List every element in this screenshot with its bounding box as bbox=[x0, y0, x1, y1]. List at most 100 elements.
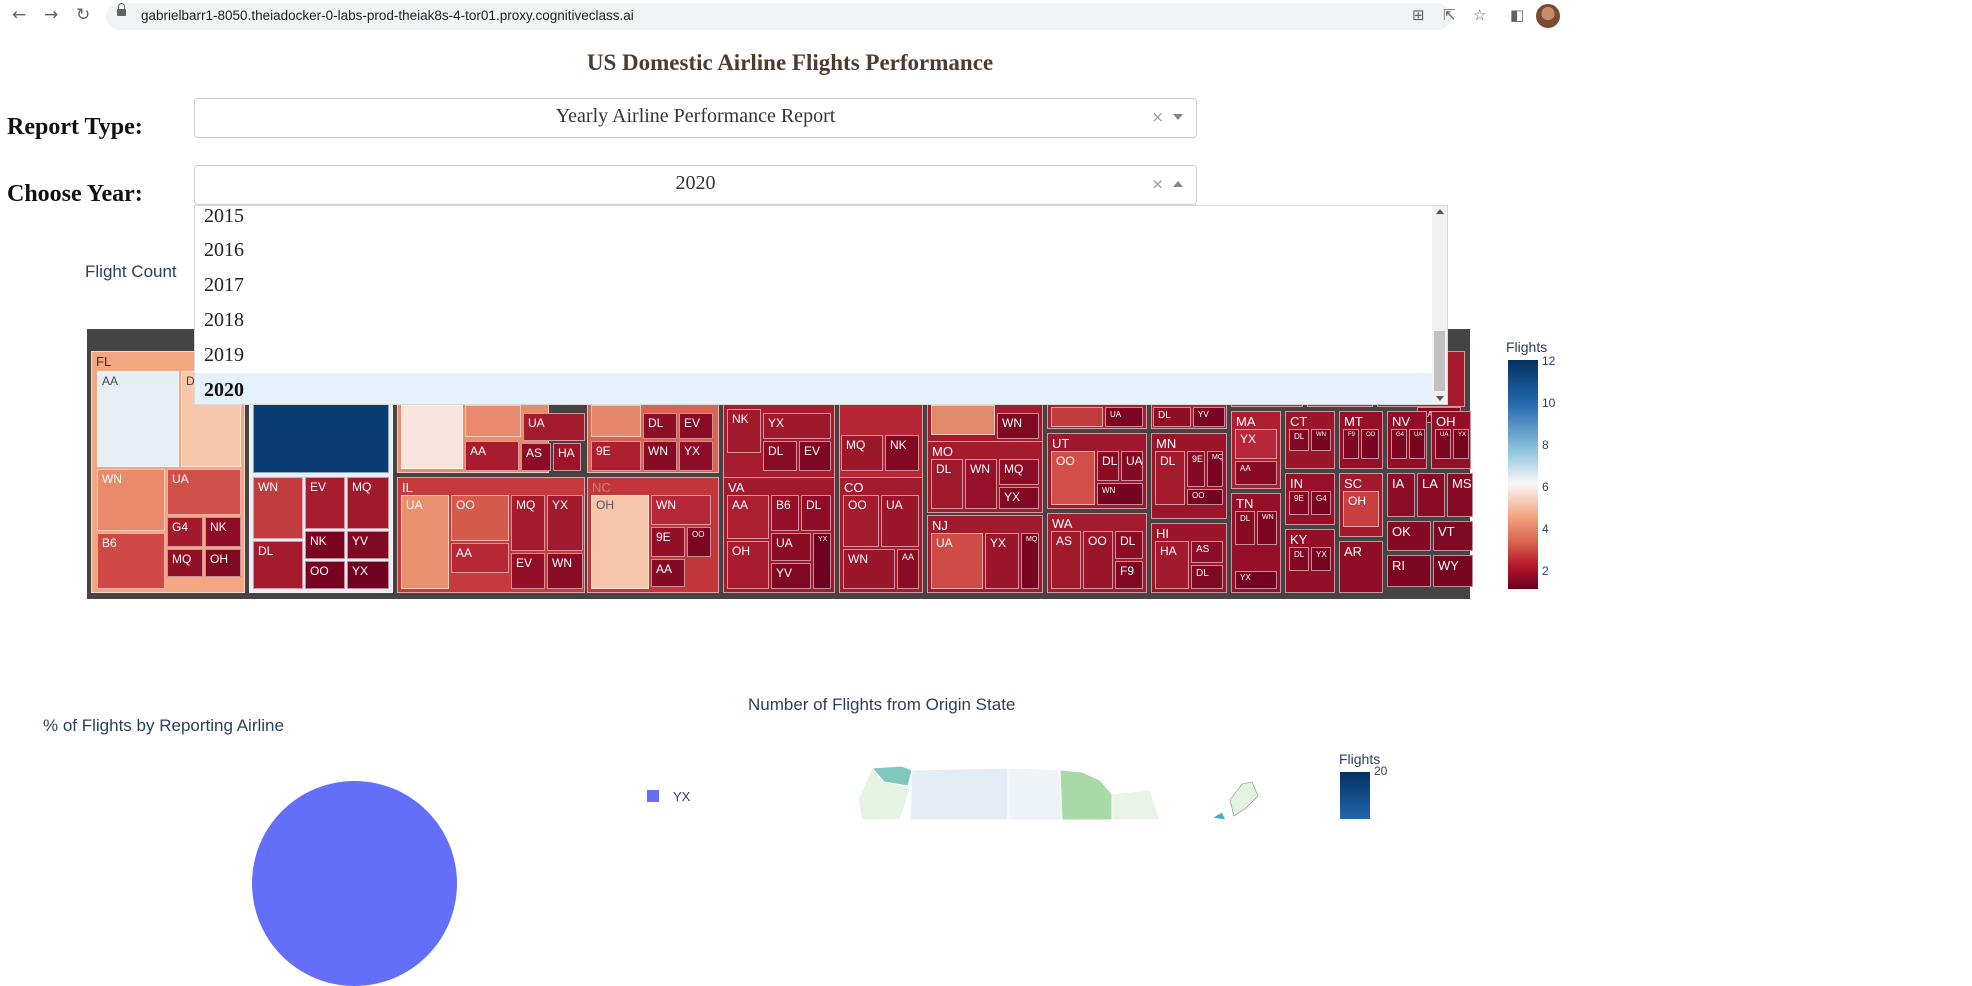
treemap-tile[interactable]: YX bbox=[999, 487, 1039, 509]
treemap-tile[interactable]: YX bbox=[1453, 429, 1469, 459]
legend-swatch[interactable] bbox=[647, 790, 659, 802]
treemap-tile[interactable]: AA bbox=[651, 559, 685, 587]
treemap-tile[interactable]: OO bbox=[687, 527, 711, 557]
treemap-tile[interactable]: UA bbox=[771, 533, 811, 561]
treemap-tile[interactable]: DL bbox=[1235, 511, 1255, 545]
treemap-tile[interactable]: WN bbox=[843, 549, 895, 589]
treemap-tile[interactable]: DL bbox=[1115, 531, 1143, 559]
treemap-tile[interactable] bbox=[591, 405, 641, 437]
treemap-tile[interactable]: G4 bbox=[1391, 429, 1407, 459]
treemap-tile[interactable]: OO bbox=[305, 561, 345, 589]
translate-icon[interactable]: ⊞ bbox=[1412, 6, 1425, 24]
treemap-tile[interactable]: UA bbox=[523, 413, 585, 441]
treemap-tile[interactable]: AS bbox=[1051, 531, 1081, 589]
us-choropleth-map[interactable] bbox=[850, 760, 1270, 820]
treemap-tile[interactable]: UA bbox=[401, 495, 449, 589]
treemap-tile[interactable]: DL bbox=[1289, 429, 1309, 451]
back-icon[interactable]: ← bbox=[12, 5, 26, 25]
treemap-tile[interactable]: EV bbox=[305, 477, 345, 529]
treemap-tile[interactable]: WN bbox=[1257, 511, 1277, 545]
treemap-tile-OK[interactable]: OK bbox=[1387, 521, 1431, 551]
year-option[interactable]: 2017 bbox=[195, 268, 1433, 302]
bookmark-star-icon[interactable]: ☆ bbox=[1473, 6, 1486, 24]
treemap-tile[interactable]: 9E bbox=[1187, 451, 1205, 487]
treemap-tile[interactable]: DL bbox=[1289, 547, 1309, 571]
treemap-tile[interactable]: AA bbox=[465, 441, 519, 471]
treemap-tile[interactable]: F9 bbox=[1115, 561, 1143, 589]
treemap-tile-LA[interactable]: LA bbox=[1417, 473, 1445, 517]
treemap-tile[interactable]: YX bbox=[1235, 571, 1277, 589]
treemap-tile[interactable]: DL bbox=[931, 459, 963, 509]
treemap-tile[interactable]: MQ bbox=[167, 549, 203, 577]
treemap-tile[interactable]: AA bbox=[1235, 461, 1277, 485]
url-text[interactable]: gabrielbarr1-8050.theiadocker-0-labs-pro… bbox=[141, 8, 634, 23]
year-option[interactable]: 2018 bbox=[195, 303, 1433, 337]
treemap-tile[interactable]: YX bbox=[547, 495, 583, 551]
year-option[interactable]: 2015 bbox=[195, 206, 1433, 233]
treemap-tile[interactable]: OH bbox=[591, 495, 649, 589]
treemap-tile[interactable]: WN bbox=[1311, 429, 1331, 451]
treemap-tile[interactable]: UA bbox=[881, 495, 919, 547]
treemap-tile[interactable]: YV bbox=[771, 563, 811, 589]
scroll-up-icon[interactable] bbox=[1436, 209, 1444, 214]
treemap-tile[interactable]: OO bbox=[1083, 531, 1113, 589]
treemap-tile[interactable]: OO bbox=[843, 495, 879, 547]
treemap-tile[interactable]: DL bbox=[801, 495, 831, 531]
treemap-tile[interactable]: AA bbox=[727, 495, 769, 539]
treemap-tile[interactable]: DL bbox=[1097, 451, 1119, 481]
treemap-tile[interactable]: DL bbox=[1191, 565, 1223, 589]
year-dropdown-menu[interactable]: 2015 2016 2017 2018 2019 2020 bbox=[194, 205, 1448, 405]
menu-scrollbar[interactable] bbox=[1432, 206, 1447, 404]
forward-icon[interactable]: → bbox=[44, 5, 58, 25]
treemap-tile[interactable]: DL bbox=[643, 413, 677, 439]
treemap-tile[interactable]: WN bbox=[253, 477, 303, 539]
reload-icon[interactable]: ↻ bbox=[76, 5, 90, 25]
treemap-tile[interactable]: WN bbox=[547, 553, 583, 589]
side-panel-icon[interactable]: ◧ bbox=[1510, 6, 1524, 24]
treemap-tile[interactable]: 9E bbox=[651, 527, 685, 557]
treemap-tile[interactable]: HA bbox=[553, 443, 581, 471]
treemap-tile[interactable]: G4 bbox=[1311, 491, 1331, 515]
treemap-tile[interactable]: DL bbox=[253, 541, 303, 589]
treemap-tile[interactable]: OO bbox=[451, 495, 509, 541]
treemap-tile[interactable]: AS bbox=[1191, 541, 1223, 563]
treemap-tile[interactable]: OH bbox=[205, 549, 241, 577]
treemap-tile[interactable]: NK bbox=[205, 517, 241, 547]
treemap-tile[interactable]: DL bbox=[1155, 451, 1185, 505]
treemap-tile[interactable]: MQ bbox=[347, 477, 389, 529]
treemap-tile[interactable]: OO bbox=[1187, 489, 1223, 505]
treemap-tile[interactable]: MQ bbox=[1207, 451, 1223, 487]
treemap-tile[interactable]: WN bbox=[643, 441, 677, 471]
treemap-tile[interactable]: WN bbox=[965, 459, 997, 509]
treemap-tile-WY[interactable]: WY bbox=[1433, 555, 1473, 587]
treemap-tile-AR[interactable]: AR bbox=[1339, 541, 1383, 593]
treemap-tile[interactable]: NK bbox=[727, 409, 761, 453]
treemap-tile[interactable]: AA bbox=[897, 549, 919, 589]
treemap-tile[interactable]: UA bbox=[167, 469, 241, 515]
treemap-tile[interactable]: AA bbox=[97, 371, 179, 467]
treemap-tile[interactable]: UA bbox=[1435, 429, 1451, 459]
treemap-tile[interactable]: G4 bbox=[167, 517, 203, 547]
treemap-tile[interactable]: 9E bbox=[1289, 491, 1309, 515]
treemap-tile[interactable]: YX bbox=[985, 533, 1019, 589]
treemap-tile[interactable]: YX bbox=[679, 441, 713, 471]
treemap-tile[interactable]: EV bbox=[511, 553, 545, 589]
scroll-down-icon[interactable] bbox=[1436, 396, 1444, 401]
scrollbar-thumb[interactable] bbox=[1434, 331, 1445, 391]
treemap-tile[interactable]: YX bbox=[347, 561, 389, 589]
treemap-tile[interactable]: OH bbox=[727, 541, 769, 589]
legend-item[interactable]: YX bbox=[673, 789, 690, 804]
treemap-tile[interactable]: WN bbox=[97, 469, 165, 531]
treemap-tile[interactable]: B6 bbox=[771, 495, 799, 531]
treemap-tile[interactable] bbox=[1051, 407, 1103, 427]
treemap-tile[interactable]: YX bbox=[763, 413, 831, 439]
treemap-tile[interactable]: MQ bbox=[841, 435, 883, 471]
report-type-dropdown[interactable]: Yearly Airline Performance Report × bbox=[194, 98, 1197, 138]
chevron-down-icon[interactable] bbox=[1173, 114, 1183, 120]
treemap-tile[interactable]: WN bbox=[997, 413, 1039, 439]
clear-icon[interactable]: × bbox=[1151, 175, 1164, 193]
treemap-tile-RI[interactable]: RI bbox=[1387, 555, 1431, 587]
treemap-tile[interactable]: UA bbox=[931, 533, 983, 589]
treemap-tile[interactable]: NK bbox=[305, 531, 345, 559]
treemap-tile[interactable]: EV bbox=[799, 441, 831, 471]
